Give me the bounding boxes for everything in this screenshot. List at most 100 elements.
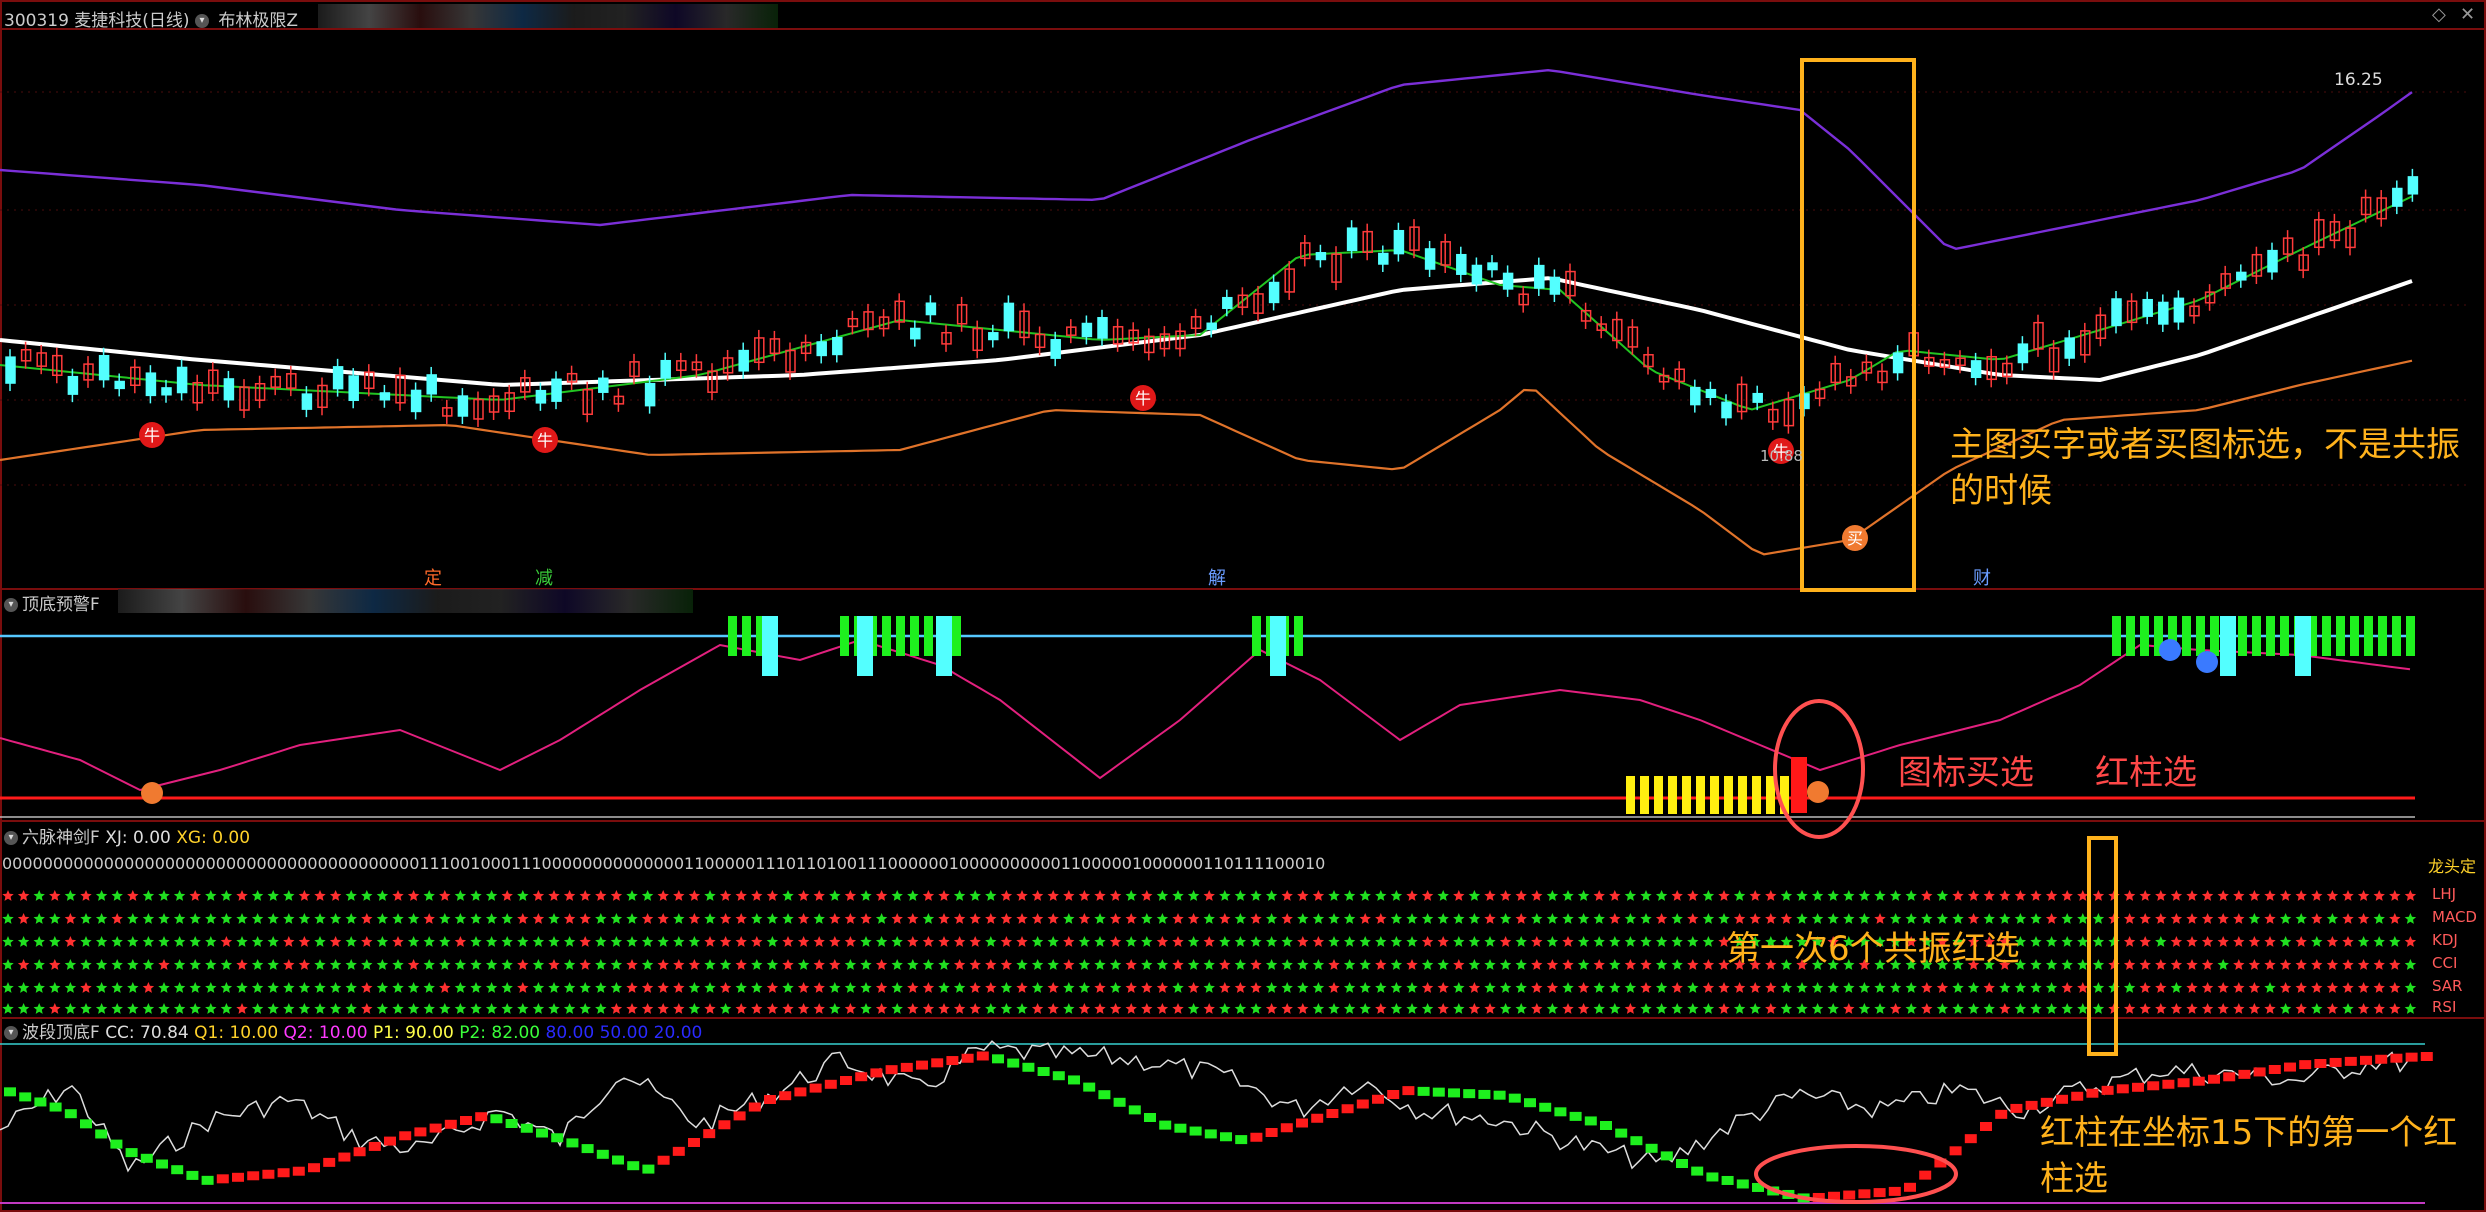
- candle-body: [1424, 248, 1436, 270]
- six-star: [1187, 982, 1200, 993]
- six-star: [2186, 913, 2198, 924]
- six-star: [1016, 1003, 1028, 1014]
- wave-bar: [1220, 1132, 1232, 1142]
- six-star: [719, 913, 732, 924]
- six-star: [657, 890, 669, 901]
- candle-body: [1705, 388, 1717, 399]
- candle-body: [1471, 264, 1483, 285]
- six-star: [673, 982, 685, 993]
- six-star: [2061, 1003, 2073, 1014]
- six-star: [595, 936, 607, 947]
- six-star: [641, 1003, 654, 1014]
- six-star: [454, 959, 467, 970]
- wave-bar: [1554, 1107, 1567, 1117]
- dropdown-icon[interactable]: ▾: [4, 598, 18, 612]
- six-star: [1952, 890, 1964, 901]
- wave-bar: [1676, 1159, 1688, 1168]
- six-star: [173, 890, 186, 901]
- diamond-icon[interactable]: ◇: [2432, 4, 2446, 25]
- six-star: [1453, 890, 1465, 901]
- six-star: [407, 890, 420, 901]
- six-star: [1390, 890, 1403, 901]
- wave-bar: [885, 1065, 898, 1075]
- six-star: [1125, 982, 1137, 993]
- alert-green-bar: [1252, 616, 1261, 656]
- six-star: [1827, 982, 1839, 993]
- six-star: [595, 959, 607, 970]
- wave-bar: [156, 1159, 168, 1169]
- annotation-yellow-box-main: [1800, 58, 1916, 592]
- alert-green-bar: [2336, 616, 2345, 656]
- six-star: [1718, 913, 1730, 924]
- wave-bar: [581, 1144, 594, 1154]
- six-star: [657, 913, 669, 924]
- six-star: [1281, 982, 1293, 993]
- six-star: [236, 913, 248, 924]
- six-star: [922, 1003, 935, 1014]
- six-star: [1094, 1003, 1106, 1014]
- six-star: [2279, 959, 2292, 970]
- six-star: [766, 936, 779, 947]
- dropdown-icon[interactable]: ▾: [4, 831, 18, 845]
- six-star: [1858, 1003, 1871, 1014]
- wave-bar: [764, 1095, 776, 1104]
- six-star: [517, 1003, 529, 1014]
- six-star: [470, 982, 482, 993]
- six-star: [1359, 982, 1371, 993]
- six-star: [2186, 890, 2198, 901]
- six-star: [1359, 1003, 1371, 1014]
- wave-bar: [2101, 1085, 2114, 1095]
- wave-bar: [201, 1175, 214, 1185]
- six-star: [1109, 890, 1122, 901]
- six-star: [329, 913, 342, 924]
- close-icon[interactable]: ✕: [2460, 4, 2475, 25]
- alert-green-bar: [2238, 616, 2247, 656]
- six-star: [891, 1003, 903, 1014]
- six-star: [1749, 982, 1761, 993]
- six-star: [953, 1003, 966, 1014]
- six-star: [220, 982, 233, 993]
- candle-body: [2173, 297, 2185, 323]
- six-star: [1609, 890, 1621, 901]
- six-star: [1733, 982, 1746, 993]
- six-star: [80, 913, 92, 924]
- six-star: [1655, 936, 1668, 947]
- six-star: [127, 959, 139, 970]
- six-star: [17, 890, 30, 901]
- six-star: [1671, 890, 1683, 901]
- dropdown-icon[interactable]: ▾: [194, 14, 209, 28]
- six-star: [111, 1003, 123, 1014]
- six-star: [1156, 936, 1169, 947]
- wave-bar: [779, 1091, 792, 1101]
- six-star: [1312, 890, 1325, 901]
- six-star: [1687, 936, 1699, 947]
- six-star: [766, 982, 779, 993]
- six-star: [423, 890, 435, 901]
- wave-bar: [171, 1165, 184, 1175]
- six-star: [1702, 959, 1715, 970]
- six-star: [2045, 1003, 2058, 1014]
- six-star: [1531, 890, 1543, 901]
- six-star: [1999, 1003, 2011, 1014]
- six-star: [1780, 890, 1793, 901]
- six-star: [2077, 936, 2089, 947]
- wave-bar: [1037, 1067, 1050, 1076]
- indicator-name[interactable]: 布林极限Z: [218, 11, 298, 31]
- six-star: [1437, 1003, 1449, 1014]
- six-star: [345, 890, 357, 901]
- six-star: [1297, 890, 1309, 901]
- six-star: [2139, 936, 2151, 947]
- six-star: [922, 913, 935, 924]
- wave-bar: [1022, 1062, 1035, 1072]
- six-star: [2186, 936, 2198, 947]
- six-star: [1999, 890, 2011, 901]
- six-star: [751, 982, 763, 993]
- alert-yellow-bar: [1724, 776, 1733, 814]
- six-star: [64, 936, 77, 947]
- six-star: [1484, 936, 1496, 947]
- six-star: [1094, 890, 1106, 901]
- six-star: [517, 982, 529, 993]
- dropdown-icon[interactable]: ▾: [4, 1026, 18, 1040]
- six-star: [64, 982, 77, 993]
- six-star: [2, 982, 14, 993]
